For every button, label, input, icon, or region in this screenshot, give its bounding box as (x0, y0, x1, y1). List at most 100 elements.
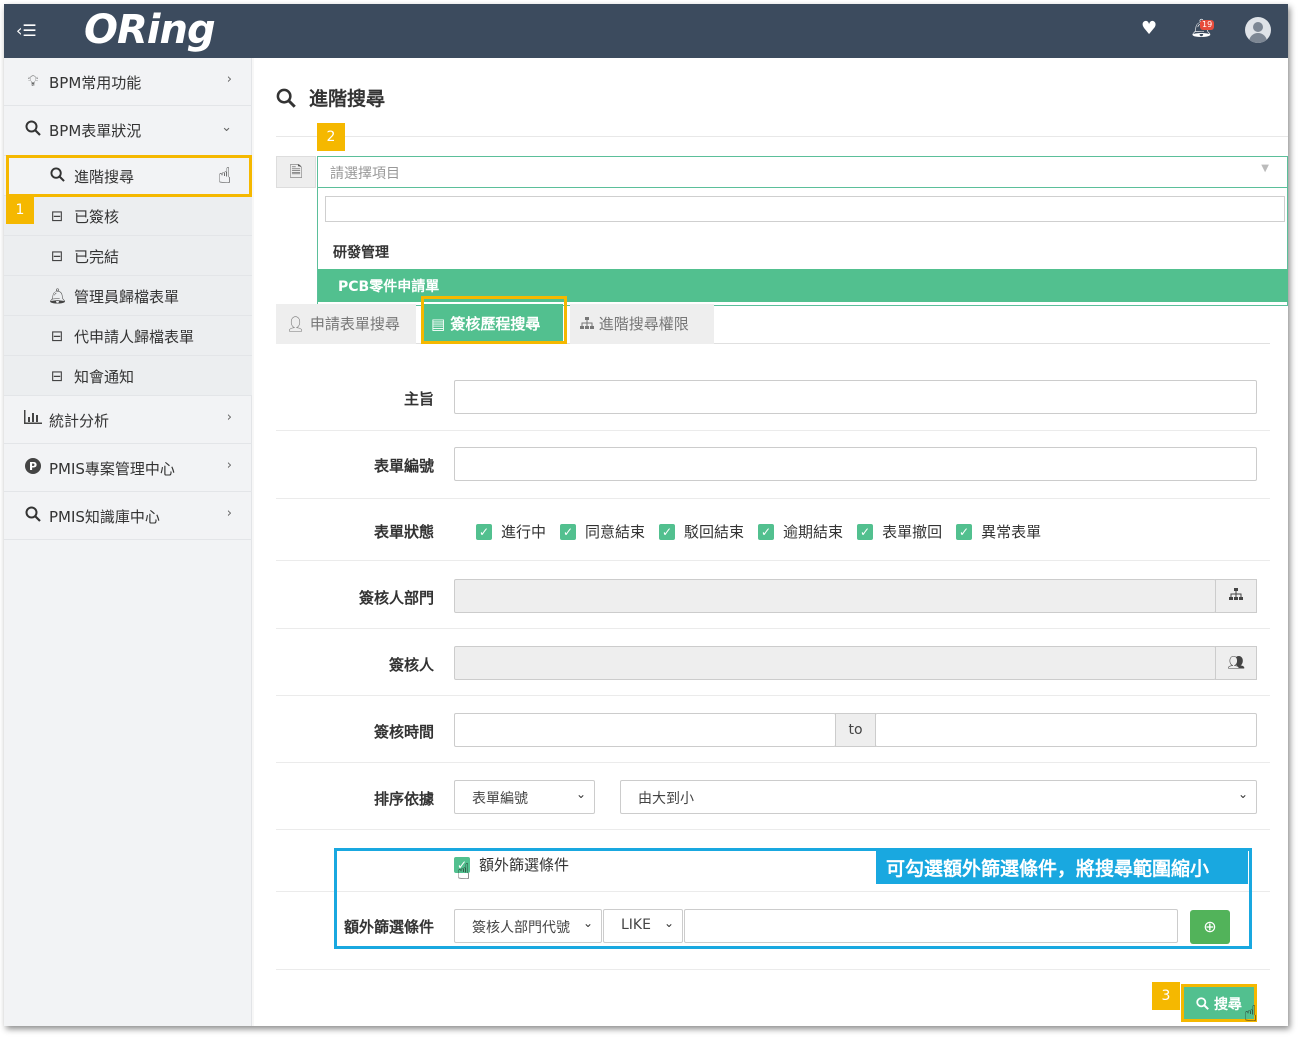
menu-toggle-icon[interactable]: ‹☰ (16, 21, 37, 40)
sidebar-subitem-signed[interactable]: ⊟ 已簽核 (4, 196, 252, 236)
checkbox-label: 逾期結束 (783, 523, 844, 541)
signer-dept-row: 簽核人部門 (276, 561, 1270, 629)
status-checkbox-in-progress[interactable]: ✓ 進行中 (476, 521, 546, 542)
chevron-right-icon: › (226, 72, 232, 87)
chevron-right-icon: › (226, 410, 232, 425)
sign-time-start-input[interactable] (454, 713, 836, 747)
divider (276, 136, 1288, 137)
sidebar-subitem-notify[interactable]: ⊟ 知會通知 (4, 356, 252, 396)
sidebar-subitem-label: 知會通知 (74, 368, 135, 386)
sign-time-end-input[interactable] (875, 713, 1257, 747)
check-icon: ✓ (758, 523, 775, 540)
user-icon: 👤︎ (286, 315, 306, 333)
tab-label: 申請表單搜尋 (309, 315, 400, 333)
subject-input[interactable] (454, 380, 1257, 414)
status-row: 表單狀態 ✓ 進行中 ✓ 同意結束 ✓ 駁回結束 ✓ 逾期結束 ✓ 表單撤回 ✓ 異常表單 (276, 499, 1270, 561)
sidebar-item-label: 統計分析 (49, 412, 110, 430)
sitemap-icon (1229, 588, 1243, 600)
sidebar-subitem-completed[interactable]: ⊟ 已完結 (4, 236, 252, 276)
sidebar-subitem-admin-archive[interactable]: 🔔︎ 管理員歸檔表單 (4, 276, 252, 316)
callout-badge-2: 2 (317, 123, 345, 151)
form-type-placeholder: 請選擇項目 (330, 166, 400, 182)
check-icon: ✓ (857, 523, 874, 540)
sidebar-item-statistics[interactable]: 統計分析 › (4, 396, 252, 444)
top-navbar: ‹☰ ORing ♥ 🔔︎ 19 (4, 4, 1288, 58)
chevron-right-icon: › (226, 506, 232, 521)
search-icon (24, 120, 42, 140)
subject-label: 主旨 (403, 390, 434, 408)
dropdown-group-label: 研發管理 (333, 245, 389, 261)
inbox-icon: ⊟ (50, 327, 64, 345)
search-icon (1196, 997, 1209, 1010)
search-icon (276, 86, 303, 110)
hand-cursor-icon: ☝ (1244, 1002, 1258, 1026)
form-no-input[interactable] (454, 447, 1257, 481)
checkbox-label: 進行中 (501, 523, 547, 541)
bar-chart-icon (24, 410, 42, 428)
status-checkbox-withdrawn[interactable]: ✓ 表單撤回 (857, 521, 942, 542)
tab-apply-form-search[interactable]: 👤︎ 申請表單搜尋 (276, 304, 416, 344)
form-type-select[interactable]: 請選擇項目 ▼ (317, 156, 1288, 188)
org-chart-button[interactable] (1215, 579, 1257, 613)
sidebar-item-bpm-common[interactable]: 💡︎ BPM常用功能 › (4, 58, 252, 106)
svg-text:P: P (29, 460, 37, 473)
checkbox-label: 表單撤回 (882, 523, 943, 541)
check-icon: ✓ (956, 523, 973, 540)
chevron-down-icon: ⌄ (221, 120, 232, 135)
sitemap-icon (580, 315, 599, 333)
sidebar-item-pmis-project[interactable]: P PMIS專案管理中心 › (4, 444, 252, 492)
sort-order-select[interactable]: 由大到小 ⌄ (620, 780, 1257, 814)
sidebar-subitem-label: 管理員歸檔表單 (74, 288, 180, 306)
bell-icon: 🔔︎ (48, 287, 68, 305)
p-circle-icon: P (24, 458, 42, 478)
signer-dept-label: 簽核人部門 (358, 589, 434, 607)
sign-time-row: 簽核時間 to (276, 696, 1270, 763)
sidebar-item-bpm-status[interactable]: BPM表單狀況 ⌄ (4, 106, 252, 156)
sidebar-item-label: BPM表單狀況 (49, 122, 142, 140)
hand-cursor-icon: ☝ (218, 164, 232, 189)
inbox-icon: ⊟ (50, 367, 64, 385)
status-checkbox-abnormal[interactable]: ✓ 異常表單 (956, 521, 1041, 542)
sidebar-subitem-label: 已簽核 (74, 208, 120, 226)
status-checkbox-rejected[interactable]: ✓ 駁回結束 (659, 521, 744, 542)
check-icon: ✓ (659, 523, 676, 540)
search-icon (24, 506, 42, 526)
dropdown-search-input[interactable] (325, 196, 1285, 222)
heart-icon[interactable]: ♥ (1141, 18, 1157, 39)
tab-label: 進階搜尋權限 (598, 315, 689, 333)
sidebar-subitem-proxy-archive[interactable]: ⊟ 代申請人歸檔表單 (4, 316, 252, 356)
signer-input (454, 646, 1216, 680)
sign-time-label: 簽核時間 (373, 723, 434, 741)
search-button-label: 搜尋 (1213, 997, 1242, 1013)
form-type-dropdown: 研發管理 PCB零件申請單 (317, 188, 1288, 306)
sort-field-select[interactable]: 表單編號 ⌄ (454, 780, 595, 814)
inbox-icon: ⊟ (50, 247, 64, 265)
highlight-approval-history-tab (421, 296, 567, 344)
sort-label: 排序依據 (373, 790, 434, 808)
form-no-label: 表單編號 (373, 457, 434, 475)
logo: ORing (84, 7, 216, 53)
sidebar-item-label: BPM常用功能 (49, 74, 142, 92)
user-avatar-icon[interactable] (1245, 17, 1271, 43)
sidebar-subitem-label: 代申請人歸檔表單 (74, 328, 195, 346)
check-icon: ✓ (476, 523, 492, 540)
subject-row: 主旨 (276, 363, 1270, 431)
sort-order-value: 由大到小 (638, 791, 694, 807)
checkbox-label: 駁回結束 (684, 523, 745, 541)
sidebar-item-label: PMIS專案管理中心 (49, 460, 175, 478)
status-label: 表單狀態 (373, 523, 434, 541)
status-checkbox-overdue[interactable]: ✓ 逾期結束 (758, 521, 843, 542)
tab-advanced-search-permission[interactable]: 進階搜尋權限 (570, 304, 714, 344)
signer-label: 簽核人 (388, 656, 434, 674)
sidebar-subitem-label: 已完結 (74, 248, 120, 266)
document-icon: 🗎 (276, 156, 316, 188)
sidebar-item-pmis-knowledge[interactable]: PMIS知識庫中心 › (4, 492, 252, 540)
notification-badge: 19 (1200, 20, 1215, 30)
inbox-icon: ⊟ (50, 207, 64, 225)
users-picker-button[interactable]: 👥︎ (1215, 646, 1257, 680)
status-checkbox-agreed[interactable]: ✓ 同意結束 (560, 521, 645, 542)
status-checkbox-group: ✓ 進行中 ✓ 同意結束 ✓ 駁回結束 ✓ 逾期結束 ✓ 表單撤回 ✓ 異常表單 (476, 521, 1041, 542)
chevron-down-icon: ⌄ (575, 787, 586, 801)
caret-down-icon: ▼ (1261, 163, 1269, 174)
checkbox-label: 同意結束 (585, 523, 646, 541)
